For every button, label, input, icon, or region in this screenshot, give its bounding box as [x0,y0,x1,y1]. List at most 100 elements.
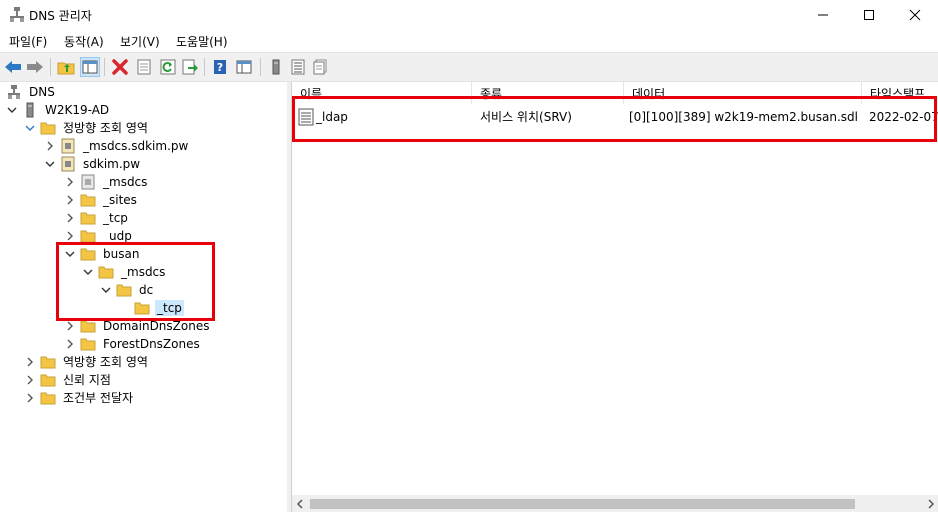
tree-pane: DNS W2K19-AD 정방향 조회 영역 _msdcs.sdkim.pw s… [0,82,288,512]
menu-bar: 파일(F) 동작(A) 보기(V) 도움말(H) [0,30,938,51]
tree-label: 역방향 조회 영역 [63,355,148,369]
tree-item-forward-zones[interactable]: 정방향 조회 영역 [24,119,150,137]
tree-item-conditional-forwarders[interactable]: 조건부 전달자 [24,389,135,407]
tree-label: _msdcs.sdkim.pw [83,139,189,153]
folder-icon [80,228,96,244]
record-type: 서비스 위치(SRV) [480,110,572,124]
tree-item-zone[interactable]: sdkim.pw [44,155,142,173]
back-button[interactable] [3,57,23,77]
minimize-icon [818,14,828,16]
show-hide-tree-icon [82,60,98,74]
chevron-right-icon[interactable] [24,374,36,386]
tree-item-dns[interactable]: DNS [6,83,57,101]
minimize-button[interactable] [800,0,846,30]
zone-icon [60,156,76,172]
menu-help[interactable]: 도움말(H) [176,33,228,50]
server-button[interactable] [266,57,286,77]
tree-item-msdcs-zone[interactable]: _msdcs.sdkim.pw [44,137,190,155]
chevron-right-icon[interactable] [24,392,36,404]
properties-button[interactable] [134,57,154,77]
column-header-timestamp[interactable]: 타임스탬프 [862,82,938,104]
tree-item-msdcs[interactable]: _msdcs [64,173,149,191]
tree-item-busan-msdcs[interactable]: _msdcs [82,263,167,281]
delete-button[interactable] [110,57,130,77]
tree-item-forest-dns-zones[interactable]: ForestDnsZones [64,335,202,353]
maximize-button[interactable] [846,0,892,30]
chevron-right-icon[interactable] [64,212,76,224]
menu-file[interactable]: 파일(F) [9,33,47,50]
tree-label: ForestDnsZones [103,337,200,351]
dns-root-icon [6,84,22,100]
show-hide-tree-button[interactable] [80,57,100,77]
chevron-right-icon[interactable] [64,194,76,206]
tree-label: _tcp [103,211,128,225]
tree-item-trust-points[interactable]: 신뢰 지점 [24,371,113,389]
folder-icon [116,282,132,298]
column-header-name[interactable]: 이름 [292,82,472,104]
console-button[interactable] [234,57,254,77]
chevron-down-icon[interactable] [44,158,56,170]
list-view-button[interactable] [288,57,308,77]
window-title: DNS 관리자 [29,9,92,23]
tree-item-sites[interactable]: _sites [64,191,139,209]
tree-item-reverse-zones[interactable]: 역방향 조회 영역 [24,353,150,371]
tree-label: 정방향 조회 영역 [63,121,148,135]
tree-label: 조건부 전달자 [63,391,134,405]
tree-label: W2K19-AD [45,103,110,117]
detail-view-button[interactable] [310,57,330,77]
zone-icon [60,138,76,154]
close-button[interactable] [892,0,938,30]
tree-item-busan[interactable]: busan [64,245,141,263]
chevron-down-icon[interactable] [100,284,112,296]
chevron-right-icon[interactable] [64,230,76,242]
forward-arrow-icon [27,61,43,73]
chevron-down-icon[interactable] [24,122,36,134]
up-level-button[interactable] [56,57,76,77]
tree-label: dc [139,283,154,297]
tree-item-udp[interactable]: _udp [64,227,134,245]
scrollbar-thumb[interactable] [310,499,855,509]
folder-icon [40,354,56,370]
dns-app-icon [9,6,25,23]
chevron-right-icon[interactable] [64,176,76,188]
chevron-down-icon[interactable] [82,266,94,278]
column-header-data[interactable]: 데이터 [624,82,862,104]
record-data: [0][100][389] w2k19-mem2.busan.sdki... [629,110,857,124]
record-icon [298,108,314,126]
export-list-button[interactable] [180,57,200,77]
menu-view[interactable]: 보기(V) [120,33,160,50]
chevron-right-icon[interactable] [64,338,76,350]
folder-icon [40,372,56,388]
menu-action[interactable]: 동작(A) [64,33,104,50]
chevron-right-icon[interactable] [64,320,76,332]
chevron-down-icon[interactable] [64,248,76,260]
folder-icon [134,300,150,316]
tree-label: _udp [103,229,132,243]
tree-item-dc[interactable]: dc [100,281,155,299]
help-button[interactable]: ? [210,57,230,77]
refresh-button[interactable] [158,57,178,77]
help-icon: ? [214,60,226,74]
tree-item-domain-dns-zones[interactable]: DomainDnsZones [64,317,211,335]
delegation-icon [80,174,96,190]
list-view-icon [291,59,305,75]
horizontal-scrollbar[interactable] [292,495,938,512]
scroll-left-icon[interactable] [296,499,304,509]
chevron-right-icon[interactable] [24,356,36,368]
tree-item-tcp[interactable]: _tcp [64,209,130,227]
tree-item-server[interactable]: W2K19-AD [6,101,111,119]
tree-label: _tcp [155,300,184,316]
tree-label: _msdcs [121,265,166,279]
list-item[interactable]: _ldap 서비스 위치(SRV) [0][100][389] w2k19-me… [292,106,938,128]
delete-icon [112,59,128,75]
tree-label: DNS [29,85,55,99]
chevron-down-icon[interactable] [6,104,18,116]
folder-icon [40,390,56,406]
console-icon [236,60,252,74]
tree-item-dc-tcp[interactable]: _tcp [118,299,184,317]
column-header-type[interactable]: 종류 [472,82,624,104]
forward-button[interactable] [25,57,45,77]
scroll-right-icon[interactable] [927,499,935,509]
detail-view-icon [313,59,327,75]
chevron-right-icon[interactable] [44,140,56,152]
